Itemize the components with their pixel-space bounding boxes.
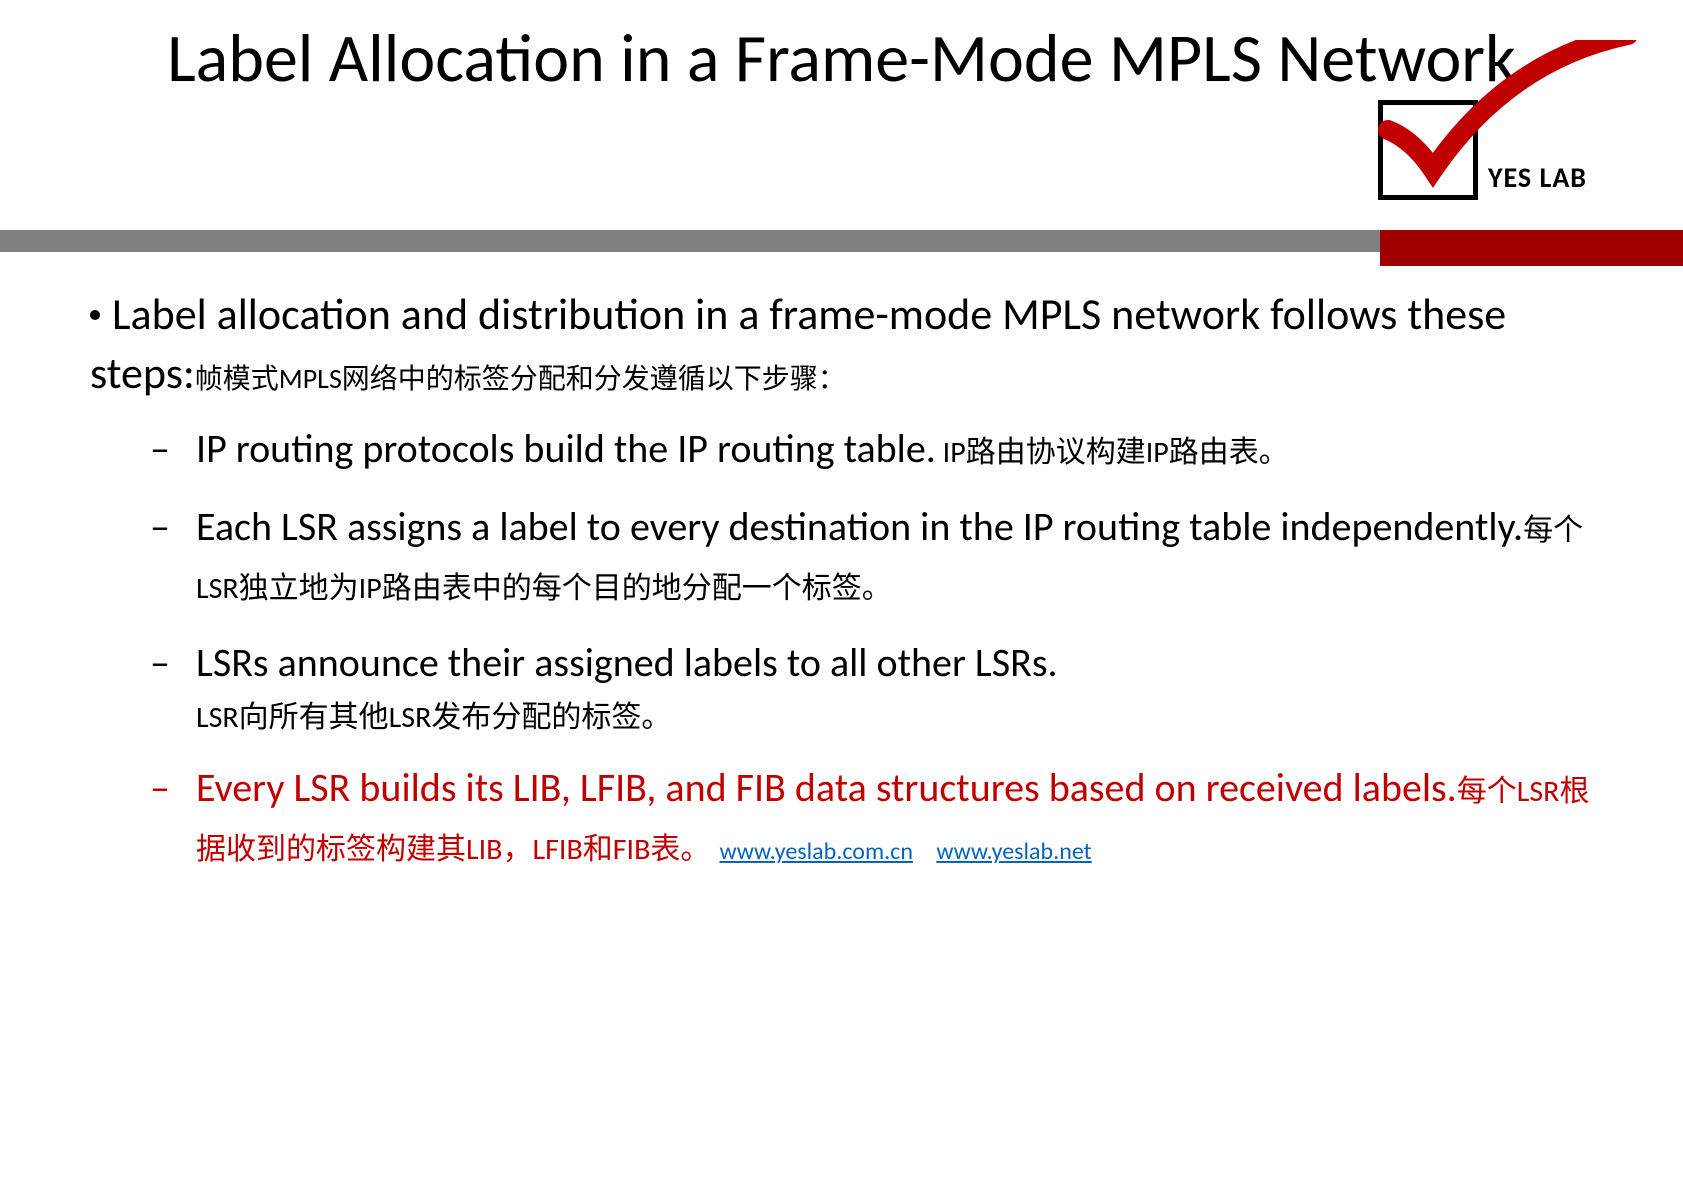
item-cn: LSR向所有其他LSR发布分配的标签。 xyxy=(196,696,1610,740)
dash-icon: – xyxy=(150,634,170,692)
item-en: IP routing protocols build the IP routin… xyxy=(196,424,936,473)
main-bullet: Label allocation and distribution in a f… xyxy=(90,285,1610,404)
item-en: Each LSR assigns a label to every destin… xyxy=(196,502,1523,551)
link-yeslab-cn[interactable]: www.yeslab.com.cn xyxy=(719,837,912,866)
dash-icon: – xyxy=(150,420,170,478)
bullet-icon xyxy=(90,310,100,320)
list-item: – IP routing protocols build the IP rout… xyxy=(150,420,1610,478)
item-en: LSRs announce their assigned labels to a… xyxy=(196,638,1058,687)
list-item: – Each LSR assigns a label to every dest… xyxy=(150,498,1610,614)
item-cn: IP路由协议构建IP路由表。 xyxy=(936,434,1289,471)
item-en: Every LSR builds its LIB, LFIB, and FIB … xyxy=(196,763,1457,812)
footer-links: www.yeslab.com.cn www.yeslab.net xyxy=(719,837,1109,866)
list-item: – Every LSR builds its LIB, LFIB, and FI… xyxy=(150,759,1610,875)
logo-text: YES LAB xyxy=(1488,160,1587,195)
divider-red xyxy=(1380,230,1683,266)
slide: Label Allocation in a Frame-Mode MPLS Ne… xyxy=(0,0,1683,1190)
dash-icon: – xyxy=(150,759,170,817)
dash-icon: – xyxy=(150,498,170,556)
link-yeslab-net[interactable]: www.yeslab.net xyxy=(936,837,1091,866)
main-bullet-cn: 帧模式MPLS网络中的标签分配和分发遵循以下步骤： xyxy=(195,361,846,396)
logo: YES LAB xyxy=(1358,60,1643,220)
sub-list: – IP routing protocols build the IP rout… xyxy=(90,420,1610,876)
divider-grey xyxy=(0,230,1380,252)
content-area: Label allocation and distribution in a f… xyxy=(90,285,1610,895)
list-item: – LSRs announce their assigned labels to… xyxy=(150,634,1610,740)
